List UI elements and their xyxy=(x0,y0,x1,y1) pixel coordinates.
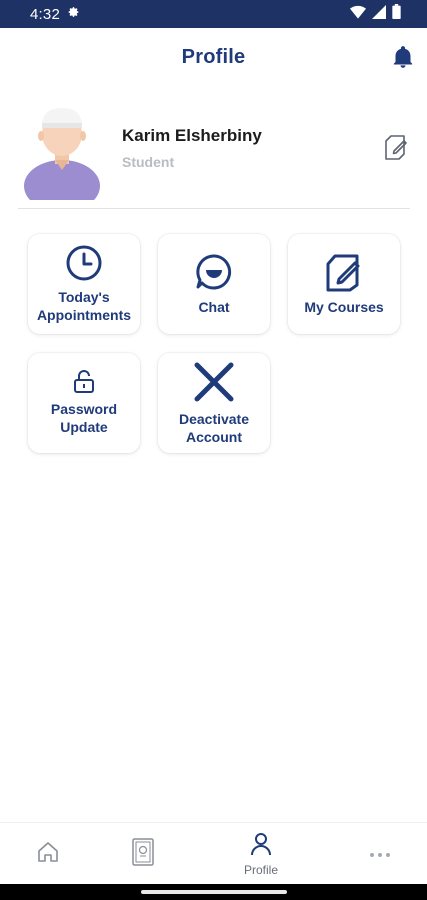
profile-card: Karim Elsherbiny Student xyxy=(0,96,427,212)
person-icon xyxy=(250,832,272,861)
tile-chat[interactable]: Chat xyxy=(158,234,270,334)
tile-label-line1: Chat xyxy=(198,299,230,315)
status-right xyxy=(350,4,401,24)
nav-book[interactable] xyxy=(113,823,173,885)
tile-label-line2: Update xyxy=(60,419,108,435)
nav-profile[interactable]: Profile xyxy=(231,823,291,885)
nav-more[interactable] xyxy=(350,823,410,885)
edit-icon[interactable] xyxy=(383,134,409,160)
home-icon xyxy=(36,840,60,869)
tile-label-line1: Password xyxy=(50,401,118,417)
tile-label-line2: Account xyxy=(185,429,242,445)
tile-label: Chat xyxy=(198,298,229,316)
status-left: 4:32 xyxy=(30,5,80,23)
close-icon xyxy=(192,360,236,404)
profile-screen: 4:32 Profile Karim Elsherbiny Student To… xyxy=(0,0,427,900)
user-role: Student xyxy=(122,154,175,170)
tile-label-line2: Appointments xyxy=(36,307,132,323)
avatar xyxy=(22,104,102,212)
tile-my-courses[interactable]: My Courses xyxy=(288,234,400,334)
status-bar: 4:32 xyxy=(0,0,427,28)
tile-password-update[interactable]: Password Update xyxy=(28,353,140,453)
gesture-pill[interactable] xyxy=(140,890,287,894)
status-time: 4:32 xyxy=(30,5,60,23)
battery-icon xyxy=(392,4,401,24)
tile-label-line1: Today's xyxy=(58,289,110,305)
wifi-icon xyxy=(350,5,366,24)
header: Profile xyxy=(0,28,427,86)
bell-icon[interactable] xyxy=(391,44,415,70)
lock-icon xyxy=(72,370,96,394)
tile-deactivate-account[interactable]: Deactivate Account xyxy=(158,353,270,453)
gesture-bar xyxy=(0,884,427,900)
book-icon xyxy=(131,837,155,872)
page-title: Profile xyxy=(181,45,246,68)
tile-label-line1: My Courses xyxy=(304,299,384,315)
clock-icon xyxy=(65,244,103,282)
note-edit-icon xyxy=(324,252,364,292)
tile-appointments[interactable]: Today's Appointments xyxy=(28,234,140,334)
chat-icon xyxy=(194,252,234,292)
nav-label: Profile xyxy=(243,862,278,877)
gear-icon xyxy=(67,5,80,23)
more-icon xyxy=(369,845,391,863)
tile-label: My Courses xyxy=(304,298,383,316)
tile-label: Password Update xyxy=(51,400,117,436)
tile-label: Deactivate Account xyxy=(179,410,249,446)
bottom-nav: Profile xyxy=(0,822,427,884)
user-name: Karim Elsherbiny xyxy=(122,126,262,145)
tile-label-line1: Deactivate xyxy=(178,411,250,427)
signal-icon xyxy=(372,4,386,24)
divider xyxy=(18,208,410,209)
tile-label: Today's Appointments xyxy=(37,288,131,324)
nav-home[interactable] xyxy=(18,823,78,885)
